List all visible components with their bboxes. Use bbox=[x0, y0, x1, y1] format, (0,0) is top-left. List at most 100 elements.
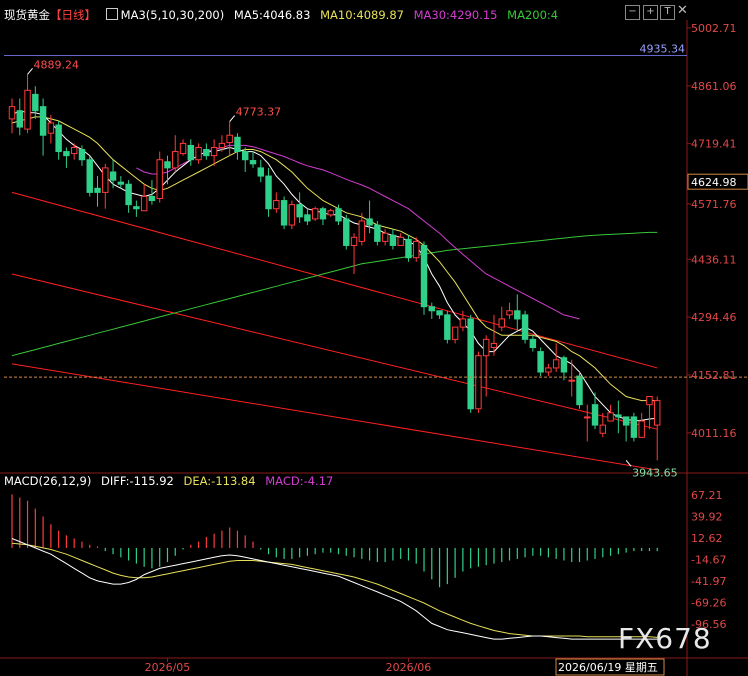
candle-body bbox=[280, 200, 288, 226]
candle-body bbox=[257, 167, 264, 177]
candle-body bbox=[482, 338, 490, 357]
candle-body bbox=[343, 218, 350, 246]
candle-body bbox=[576, 375, 583, 406]
time-tick-label: 2026/06 bbox=[386, 661, 432, 674]
channel-line bbox=[11, 363, 658, 471]
price-tick-label: 4861.06 bbox=[691, 80, 737, 93]
candle-body bbox=[506, 310, 513, 316]
candle-body bbox=[529, 338, 537, 349]
candle-body bbox=[327, 210, 334, 216]
candle-body bbox=[591, 404, 599, 426]
ma30-value: MA30:4290.15 bbox=[413, 8, 498, 22]
candle-body bbox=[397, 236, 404, 246]
macd-label: MACD(26,12,9) bbox=[4, 474, 92, 488]
price-annotation: 3943.65 bbox=[632, 466, 678, 479]
ma30-line bbox=[136, 144, 580, 320]
channel-line bbox=[11, 191, 658, 369]
candle-body bbox=[94, 187, 101, 193]
candle-body bbox=[335, 208, 342, 222]
ma200-line bbox=[11, 231, 658, 357]
candle-body bbox=[78, 149, 86, 161]
candle-body bbox=[187, 144, 195, 161]
ma-indicator-icon[interactable] bbox=[105, 8, 118, 20]
macd-tick-label: 67.21 bbox=[691, 489, 723, 502]
candle-body bbox=[319, 208, 327, 220]
ma5-line bbox=[11, 110, 658, 422]
reference-line-label: 4935.34 bbox=[640, 42, 686, 55]
price-tick-label: 5002.71 bbox=[691, 22, 737, 35]
macd-tick-label: 39.92 bbox=[691, 511, 723, 524]
annotation-pointer bbox=[229, 115, 236, 122]
candle-body bbox=[133, 206, 140, 210]
candle-body bbox=[8, 106, 16, 120]
candle-body bbox=[296, 204, 303, 218]
candle-body bbox=[164, 161, 171, 169]
macd-tick-label: -69.26 bbox=[691, 596, 726, 609]
candle-body bbox=[63, 151, 70, 157]
macd-tick-label: 12.62 bbox=[691, 532, 723, 545]
box-t-icon[interactable]: T bbox=[660, 5, 675, 20]
price-tick-label: 4571.76 bbox=[691, 198, 737, 211]
candle-body bbox=[381, 232, 389, 242]
candle-body bbox=[55, 124, 62, 153]
candle-body bbox=[304, 214, 311, 222]
candle-body bbox=[195, 146, 202, 161]
macd-header: MACD(26,12,9) DIFF:-115.92 DEA:-113.84 M… bbox=[4, 474, 339, 488]
candle-body bbox=[420, 244, 428, 308]
macd-tick-label: -41.97 bbox=[691, 575, 726, 588]
candle-body bbox=[102, 167, 109, 193]
close-icon[interactable]: ✕ bbox=[676, 4, 689, 18]
chart-canvas[interactable]: 4935.34 4624.98 5002.71 4861.06 4719.41 4571.… bbox=[0, 0, 748, 676]
watermark-logo: FX678 bbox=[618, 622, 712, 655]
box-minus-icon[interactable]: − bbox=[625, 5, 640, 20]
candle-body bbox=[646, 396, 653, 406]
ma5-value: MA5:4046.83 bbox=[233, 8, 311, 22]
candle-body bbox=[47, 122, 55, 134]
candle-body bbox=[39, 106, 47, 136]
candle-body bbox=[140, 195, 148, 212]
candle-body bbox=[615, 414, 622, 418]
price-tick-label: 4152.81 bbox=[691, 369, 737, 382]
candle-body bbox=[32, 93, 39, 112]
candle-body bbox=[156, 159, 163, 200]
candle-body bbox=[467, 318, 474, 410]
candle-body bbox=[226, 134, 233, 144]
candle-body bbox=[537, 351, 544, 373]
macd-diff-line bbox=[11, 538, 658, 640]
time-tick-label: 2026/05 bbox=[145, 661, 191, 674]
candle-body bbox=[514, 310, 521, 320]
candle-body bbox=[607, 412, 614, 422]
candle-body bbox=[117, 181, 125, 185]
candle-body bbox=[70, 146, 78, 155]
ma200-value: MA200:4 bbox=[507, 8, 559, 22]
price-annotation: 4773.37 bbox=[236, 106, 282, 119]
current-price-label: 4624.98 bbox=[691, 176, 737, 189]
price-tick-label: 4011.16 bbox=[691, 427, 737, 440]
candle-body bbox=[622, 416, 630, 426]
macd-tick-label: -14.67 bbox=[691, 553, 726, 566]
candle-body bbox=[358, 220, 366, 242]
candle-body bbox=[24, 89, 31, 130]
period-label[interactable]: 【日线】 bbox=[50, 8, 96, 22]
candle-body bbox=[288, 204, 296, 226]
candle-body bbox=[179, 142, 187, 155]
macd-hist-value: MACD:-4.17 bbox=[265, 474, 334, 488]
candle-body bbox=[428, 306, 436, 312]
date-cursor-label: 2026/06/19 星期五 bbox=[558, 661, 658, 674]
macd-dea-value: DEA:-113.84 bbox=[183, 474, 256, 488]
box-plus-icon[interactable]: + bbox=[643, 5, 658, 20]
candle-body bbox=[148, 195, 156, 202]
ma-label: MA3(5,10,30,200) bbox=[120, 8, 225, 22]
candle-body bbox=[374, 224, 381, 242]
candle-body bbox=[86, 159, 93, 193]
candle-body bbox=[241, 151, 249, 161]
candle-body bbox=[210, 146, 218, 157]
candle-body bbox=[654, 400, 661, 426]
candle-body bbox=[490, 342, 498, 349]
candle-body bbox=[475, 355, 482, 410]
main-chart-header: 现货黄金【日线】 MA3(5,10,30,200) MA5:4046.83 MA… bbox=[4, 7, 564, 23]
candle-body bbox=[552, 359, 560, 369]
candle-body bbox=[444, 314, 451, 340]
candle-body bbox=[366, 218, 373, 226]
ma10-value: MA10:4089.87 bbox=[320, 8, 404, 22]
